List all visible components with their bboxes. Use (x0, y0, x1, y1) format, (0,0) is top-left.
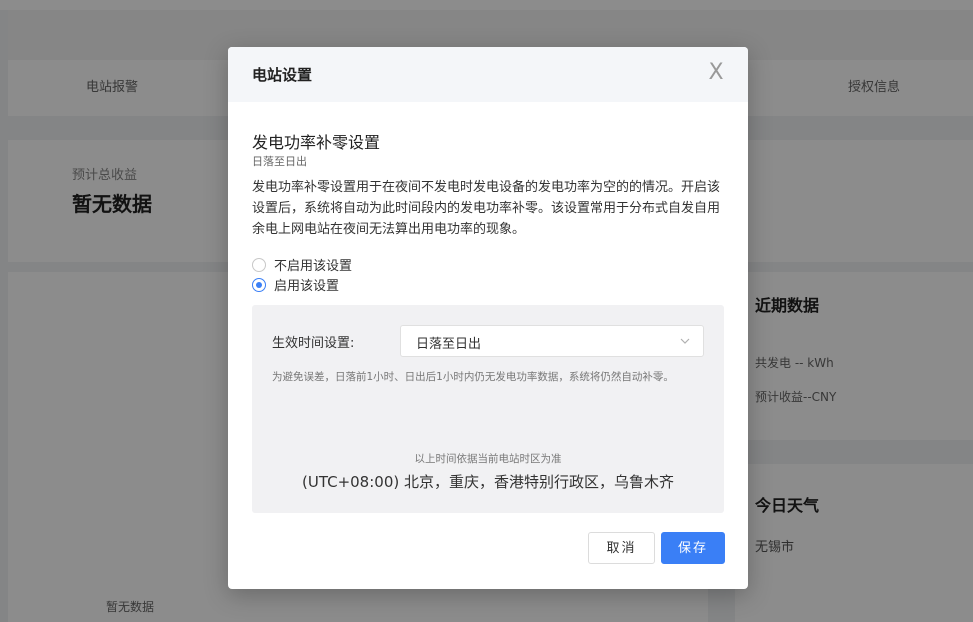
close-icon[interactable]: X (702, 59, 730, 87)
radio-enable-setting[interactable]: 启用该设置 (252, 275, 339, 294)
section-description: 发电功率补零设置用于在夜间不发电时发电设备的发电功率为空的的情况。开启该设置后，… (252, 180, 721, 237)
settings-panel: 生效时间设置: 日落至日出 为避免误差，日落前1小时、日出后1小时内仍无发电功率… (252, 305, 724, 513)
select-value: 日落至日出 (416, 337, 482, 352)
station-settings-modal: 电站设置 X 发电功率补零设置 日落至日出 发电功率补零设置用于在夜间不发电时发… (228, 47, 748, 589)
effective-time-label: 生效时间设置: (272, 336, 355, 351)
save-button[interactable]: 保存 (661, 532, 725, 564)
cancel-button[interactable]: 取消 (588, 532, 655, 564)
tip-text: 为避免误差，日落前1小时、日出后1小时内仍无发电功率数据，系统将仍然自动补零。 (272, 371, 674, 383)
section-title: 发电功率补零设置 (252, 133, 381, 152)
section-subtitle: 日落至日出 (252, 155, 307, 168)
radio-checked-icon[interactable] (252, 277, 266, 292)
effective-time-select[interactable]: 日落至日出 (400, 325, 704, 357)
radio-label: 不启用该设置 (274, 259, 353, 274)
timezone-value: (UTC+08:00) 北京，重庆，香港特别行政区，乌鲁木齐 (301, 473, 674, 491)
radio-disable-setting[interactable]: 不启用该设置 (252, 255, 352, 274)
modal-title: 电站设置 (252, 66, 313, 84)
chevron-down-icon (680, 338, 690, 344)
timezone-note: 以上时间依据当前电站时区为准 (414, 453, 562, 465)
radio-unchecked-icon[interactable] (252, 257, 266, 272)
modal-header: 电站设置 X (228, 47, 748, 102)
radio-label: 启用该设置 (274, 279, 340, 294)
